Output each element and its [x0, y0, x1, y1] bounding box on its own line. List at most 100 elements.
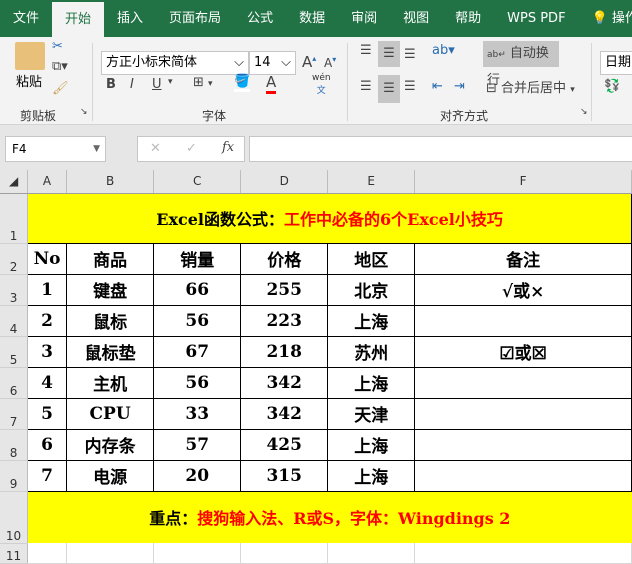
paste-icon[interactable]: [15, 42, 45, 70]
copy-icon[interactable]: ⧉▾: [52, 59, 68, 74]
row-header[interactable]: 3: [0, 274, 29, 306]
cell-region[interactable]: 苏州: [327, 335, 416, 368]
cell-product[interactable]: 鼠标: [65, 304, 155, 337]
cell-product[interactable]: 主机: [65, 366, 155, 399]
italic-button[interactable]: I: [130, 77, 134, 92]
column-header-c[interactable]: C: [153, 170, 242, 194]
cell-region[interactable]: 天津: [327, 397, 416, 430]
row-header[interactable]: 4: [0, 305, 29, 337]
cancel-icon[interactable]: ✕: [150, 141, 161, 156]
align-top-icon[interactable]: ☰: [360, 43, 372, 58]
row-header[interactable]: 6: [0, 367, 29, 399]
row-header[interactable]: 5: [0, 336, 29, 368]
row-header[interactable]: 2: [0, 243, 29, 275]
cell[interactable]: [327, 543, 416, 564]
enter-icon[interactable]: ✓: [186, 141, 197, 156]
column-header-f[interactable]: F: [414, 170, 632, 194]
cell-region[interactable]: 上海: [327, 459, 416, 492]
row-header[interactable]: 10: [0, 491, 29, 544]
align-right-icon[interactable]: ☰: [404, 79, 416, 94]
cell-sales[interactable]: 57: [153, 428, 242, 461]
font-name-dropdown[interactable]: 方正小标宋简体 ⌵: [101, 51, 249, 75]
column-header-d[interactable]: D: [240, 170, 329, 194]
header-cell-sales[interactable]: 销量: [153, 242, 242, 275]
tab-view[interactable]: 视图: [390, 0, 442, 37]
font-color-icon[interactable]: A: [266, 74, 277, 94]
tab-formulas[interactable]: 公式: [234, 0, 286, 37]
cell-product[interactable]: 鼠标垫: [65, 335, 155, 368]
cell-note[interactable]: [414, 304, 632, 337]
cell[interactable]: [153, 543, 242, 564]
decrease-indent-icon[interactable]: ⇤: [432, 79, 443, 94]
header-cell-note[interactable]: 备注: [414, 242, 632, 275]
cell-price[interactable]: 255: [240, 273, 329, 306]
decrease-font-size-icon[interactable]: A▾: [324, 55, 336, 70]
currency-icon[interactable]: 💱: [604, 79, 620, 94]
underline-button[interactable]: U: [152, 77, 162, 92]
cell-note[interactable]: ☑或☒: [414, 335, 632, 368]
tab-file[interactable]: 文件: [0, 0, 52, 37]
cell-sales[interactable]: 20: [153, 459, 242, 492]
cell-no[interactable]: 2: [27, 304, 67, 337]
increase-indent-icon[interactable]: ⇥: [454, 79, 465, 94]
cell-sales[interactable]: 67: [153, 335, 242, 368]
tab-help[interactable]: 帮助: [442, 0, 494, 37]
cell-no[interactable]: 6: [27, 428, 67, 461]
cell[interactable]: [240, 543, 329, 564]
cell[interactable]: [66, 543, 155, 564]
tab-home[interactable]: 开始: [52, 2, 105, 37]
row-header[interactable]: 7: [0, 398, 29, 430]
format-painter-icon[interactable]: 🖌: [52, 81, 69, 96]
title-cell[interactable]: Excel函数公式：工作中必备的6个Excel小技巧: [27, 192, 632, 244]
phonetic-icon[interactable]: wén 文: [312, 73, 331, 96]
tab-data[interactable]: 数据: [286, 0, 338, 37]
cell-sales[interactable]: 56: [153, 366, 242, 399]
tab-page-layout[interactable]: 页面布局: [156, 0, 234, 37]
column-header-e[interactable]: E: [327, 170, 416, 194]
cell-note[interactable]: [414, 366, 632, 399]
cell-region[interactable]: 上海: [327, 428, 416, 461]
cell-no[interactable]: 1: [27, 273, 67, 306]
align-bottom-icon[interactable]: ☰: [404, 47, 416, 62]
cell-no[interactable]: 7: [27, 459, 67, 492]
column-header-b[interactable]: B: [66, 170, 155, 194]
row-header[interactable]: 8: [0, 429, 29, 461]
align-middle-icon[interactable]: ☰: [378, 41, 400, 67]
tab-review[interactable]: 审阅: [338, 0, 390, 37]
cell-product[interactable]: 键盘: [65, 273, 155, 306]
cell-no[interactable]: 3: [27, 335, 67, 368]
cell-sales[interactable]: 56: [153, 304, 242, 337]
fill-color-icon[interactable]: 🪣: [234, 74, 251, 92]
cell-no[interactable]: 5: [27, 397, 67, 430]
chevron-down-icon[interactable]: ▾: [168, 77, 173, 87]
number-format-dropdown[interactable]: 日期: [600, 51, 632, 75]
orientation-icon[interactable]: ab▾: [432, 43, 455, 58]
cell-sales[interactable]: 33: [153, 397, 242, 430]
cell-price[interactable]: 342: [240, 397, 329, 430]
cell-sales[interactable]: 66: [153, 273, 242, 306]
header-cell-price[interactable]: 价格: [240, 242, 329, 275]
cell-no[interactable]: 4: [27, 366, 67, 399]
cell-region[interactable]: 北京: [327, 273, 416, 306]
cell-region[interactable]: 上海: [327, 366, 416, 399]
bold-button[interactable]: B: [106, 77, 116, 92]
footer-cell[interactable]: 重点：搜狗输入法、R或S，字体：Wingdings 2: [27, 490, 632, 543]
cell-price[interactable]: 218: [240, 335, 329, 368]
merge-center-button[interactable]: ⊟ 合并后居中 ▾: [486, 77, 575, 96]
align-center-icon[interactable]: ☰: [378, 75, 400, 103]
cell-note[interactable]: √或×: [414, 273, 632, 306]
row-header[interactable]: 1: [0, 193, 29, 244]
increase-font-size-icon[interactable]: A▴: [302, 53, 316, 71]
align-left-icon[interactable]: ☰: [360, 79, 372, 94]
column-header-a[interactable]: A: [27, 170, 67, 194]
alignment-launcher-icon[interactable]: ↘: [580, 107, 588, 117]
borders-icon[interactable]: ⊞ ▾: [193, 75, 213, 90]
cell-region[interactable]: 上海: [327, 304, 416, 337]
cell-product[interactable]: 电源: [65, 459, 155, 492]
cell[interactable]: [27, 543, 67, 564]
header-cell-region[interactable]: 地区: [327, 242, 416, 275]
cell-note[interactable]: [414, 397, 632, 430]
header-cell-no[interactable]: No: [27, 242, 67, 275]
paste-button[interactable]: 粘贴: [16, 71, 42, 90]
select-all-corner[interactable]: ◢: [0, 170, 29, 194]
